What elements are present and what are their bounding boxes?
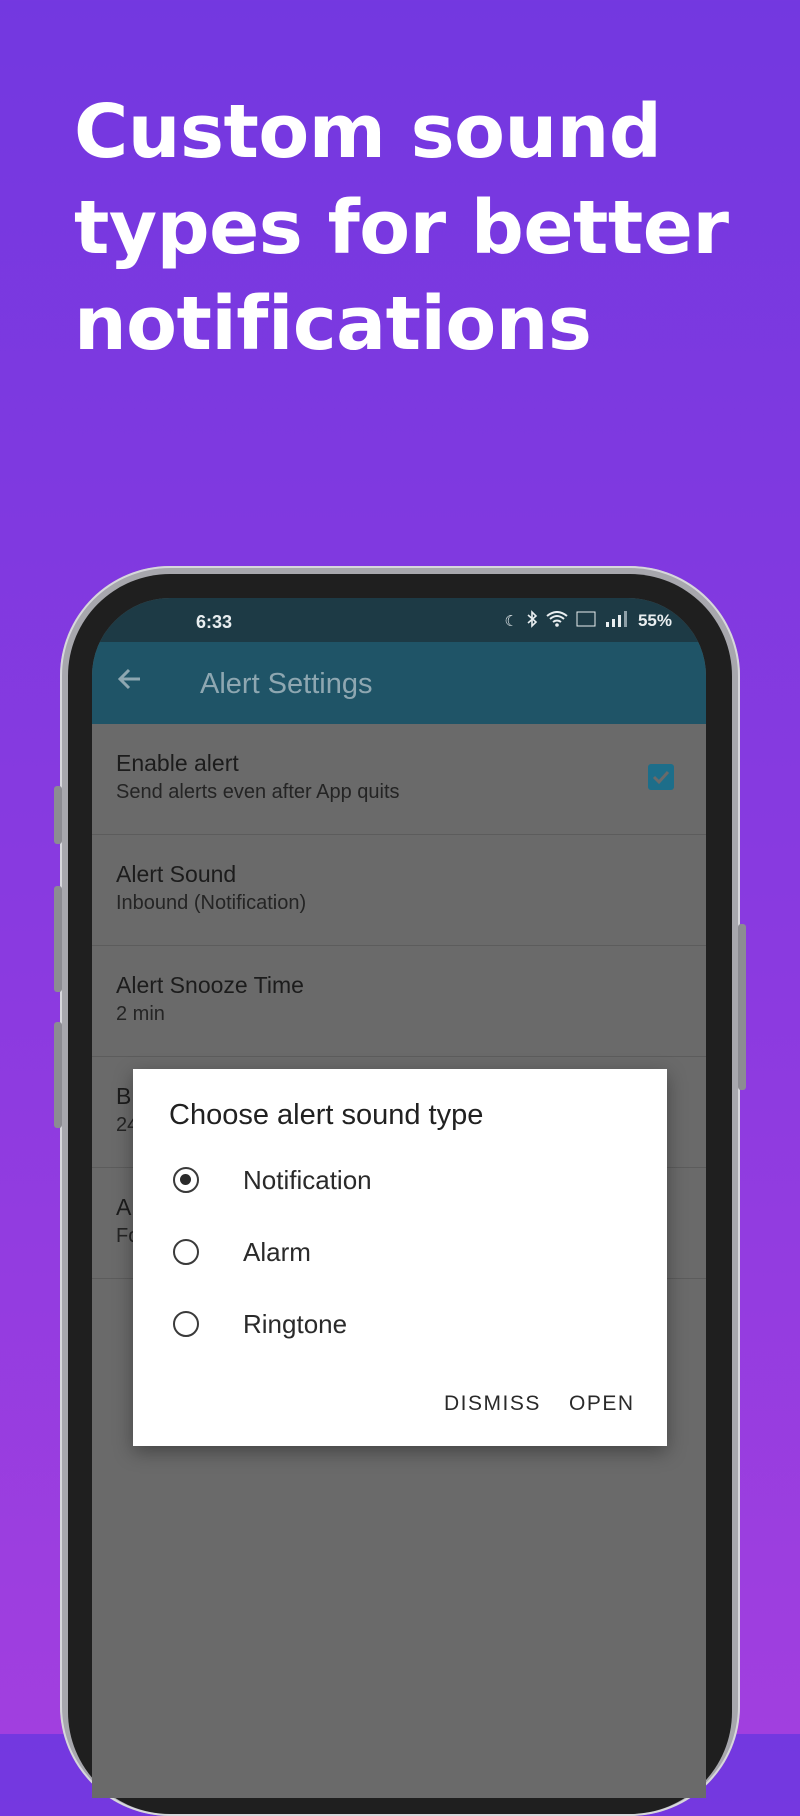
option-label: Alarm xyxy=(243,1237,311,1267)
option-alarm[interactable]: Alarm xyxy=(169,1231,629,1281)
moon-icon: ☾ xyxy=(504,613,518,630)
setting-subtitle: Inbound (Notification) xyxy=(116,892,307,914)
phone-side-button xyxy=(54,786,62,844)
app-bar: Alert Settings xyxy=(92,642,706,724)
signal-icon xyxy=(604,611,630,631)
status-icons: ☾ 55% xyxy=(505,610,672,632)
page-title: Alert Settings xyxy=(200,668,373,700)
option-ringtone[interactable]: Ringtone xyxy=(169,1303,629,1353)
setting-alert-sound[interactable]: Alert Sound Inbound (Notification) xyxy=(92,835,706,946)
open-button[interactable]: OPEN xyxy=(569,1392,635,1416)
setting-title: Alert Snooze Time xyxy=(116,972,304,998)
option-label: Notification xyxy=(243,1165,372,1195)
setting-enable-alert[interactable]: Enable alert Send alerts even after App … xyxy=(92,724,706,835)
headline-line-2: types for better xyxy=(74,185,729,271)
setting-title: Alert Sound xyxy=(116,861,237,887)
setting-title: Enable alert xyxy=(116,750,239,776)
phone-power-button xyxy=(738,924,746,1090)
setting-alert-snooze-time[interactable]: Alert Snooze Time 2 min xyxy=(92,946,706,1057)
radio-button-checked[interactable] xyxy=(173,1167,199,1193)
radio-button[interactable] xyxy=(173,1239,199,1265)
headline: Custom sound types for better notificati… xyxy=(74,84,774,372)
sound-type-dialog: Choose alert sound type Notification Ala… xyxy=(133,1069,667,1446)
volte-icon xyxy=(576,611,596,631)
radio-button[interactable] xyxy=(173,1311,199,1337)
status-bar: 6:33 ☾ 55% xyxy=(92,598,706,642)
setting-title: A xyxy=(116,1194,132,1220)
bluetooth-icon xyxy=(526,610,538,632)
option-notification[interactable]: Notification xyxy=(169,1159,629,1209)
dialog-title: Choose alert sound type xyxy=(169,1099,484,1131)
headline-line-1: Custom sound xyxy=(74,89,662,175)
battery-percent: 55% xyxy=(637,611,672,630)
phone-volume-up-button xyxy=(54,886,62,992)
phone-volume-down-button xyxy=(54,1022,62,1128)
dismiss-button[interactable]: DISMISS xyxy=(444,1392,541,1416)
enable-alert-checkbox[interactable] xyxy=(648,764,674,790)
setting-subtitle: 2 min xyxy=(116,1003,165,1025)
status-time: 6:33 xyxy=(196,612,233,632)
back-arrow-icon[interactable] xyxy=(116,664,144,701)
headline-line-3: notifications xyxy=(74,281,592,367)
option-label: Ringtone xyxy=(243,1309,348,1339)
setting-subtitle: Send alerts even after App quits xyxy=(116,781,400,803)
setting-title: B xyxy=(116,1083,132,1109)
wifi-icon xyxy=(546,611,568,631)
